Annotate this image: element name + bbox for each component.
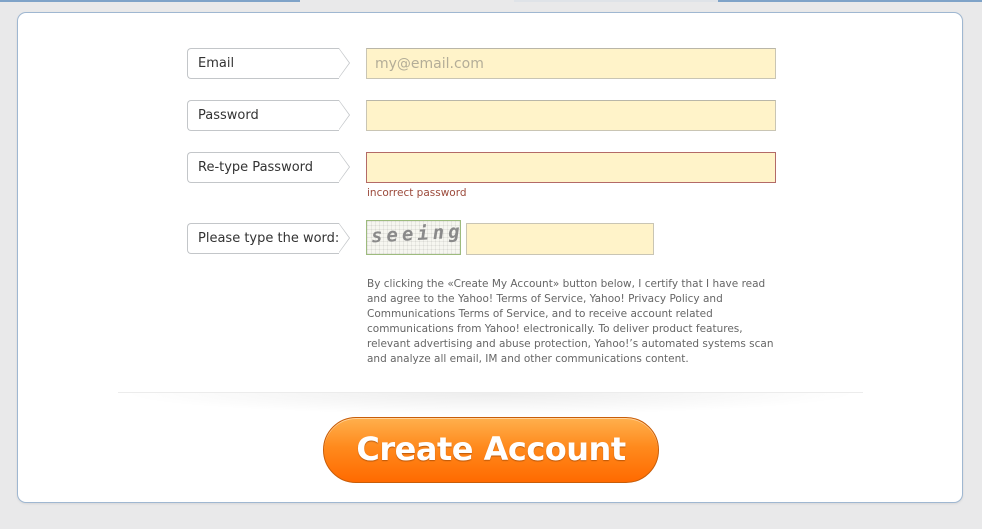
top-stripe-mid [514,0,718,2]
email-label-box: Email [187,48,350,79]
email-field[interactable] [366,48,776,79]
retype-password-error: incorrect password [367,187,467,199]
email-label: Email [198,56,235,71]
captcha-label-box: Please type the word: [187,223,350,254]
signup-card: Email Password Re-type Password incorrec… [17,12,963,503]
retype-password-label: Re-type Password [198,160,314,175]
captcha-image: seeing [366,220,461,255]
captcha-field[interactable] [466,223,654,255]
captcha-label: Please type the word: [198,231,340,246]
divider-shadow [118,393,863,415]
terms-text: By clicking the «Create My Account» butt… [367,278,774,365]
top-stripe-left [0,0,300,2]
password-field[interactable] [366,100,776,131]
create-account-button[interactable]: Create Account [323,417,659,483]
captcha-word: seeing [370,220,461,248]
password-label-box: Password [187,100,350,131]
retype-password-label-box: Re-type Password [187,152,350,183]
retype-password-field[interactable] [366,152,776,183]
top-stripe-right [718,0,982,2]
password-label: Password [198,108,259,123]
